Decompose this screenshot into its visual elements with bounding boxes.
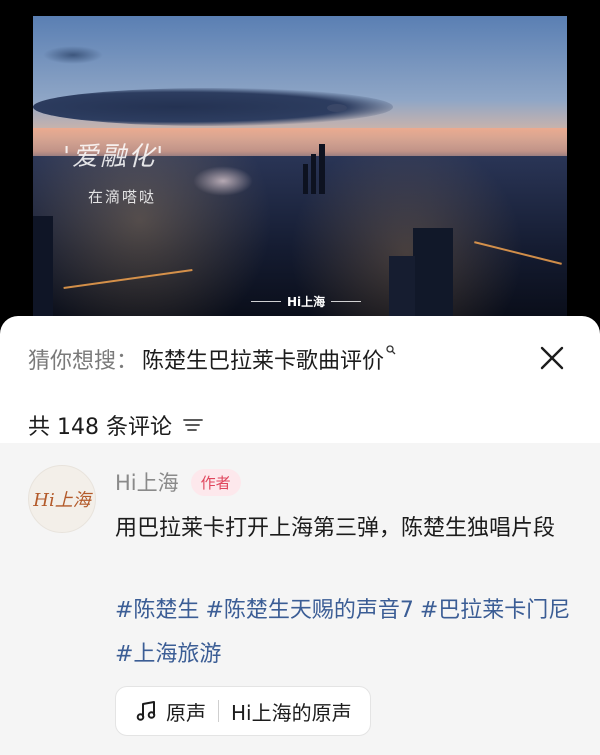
city-skyline — [33, 156, 567, 316]
music-label: 原声 — [166, 700, 206, 725]
comment-count: 共 148 条评论 — [28, 415, 172, 440]
video-overlay-title: '爱融化' — [63, 142, 166, 172]
river-shape — [193, 166, 253, 196]
cloud-shape — [327, 104, 347, 112]
tower-shape — [303, 164, 308, 194]
comment-author[interactable]: Hi上海 — [115, 467, 179, 497]
watermark-dash — [251, 301, 281, 302]
author-badge: 作者 — [190, 468, 241, 496]
music-note-icon — [136, 701, 156, 721]
search-suggestion[interactable]: 猜你想搜： 陈楚生巴拉莱卡歌曲评价 — [28, 343, 396, 375]
tower-shape — [319, 144, 325, 194]
tower-shape — [389, 256, 415, 316]
video-player[interactable]: '爱融化' 在滴嗒哒 Hi上海 — [0, 0, 600, 330]
tower-shape — [33, 216, 53, 316]
tower-shape — [311, 154, 316, 194]
watermark-dash — [331, 301, 362, 302]
hashtag-link[interactable]: #上海旅游 — [115, 642, 221, 667]
hashtag-link[interactable]: #陈楚生天赐的声音7 — [205, 598, 413, 623]
video-watermark: Hi上海 — [251, 293, 362, 310]
comments-sheet: 猜你想搜： 陈楚生巴拉莱卡歌曲评价 共 148 条评论 Hi上海 Hi上海 作者 — [0, 316, 600, 755]
comment-author-row: Hi上海 作者 — [115, 467, 241, 497]
close-button[interactable] — [534, 340, 570, 376]
comment-tags: #陈楚生 #陈楚生天赐的声音7 #巴拉莱卡门尼 #上海旅游 — [115, 589, 585, 677]
search-icon — [386, 344, 396, 358]
video-overlay-subtitle: 在滴嗒哒 — [88, 188, 157, 206]
avatar[interactable]: Hi上海 — [28, 465, 96, 533]
suggestion-prefix: 猜你想搜： — [28, 349, 139, 374]
watermark-text: Hi上海 — [287, 295, 326, 309]
hashtag-link[interactable]: #巴拉莱卡门尼 — [420, 598, 570, 623]
sort-icon[interactable] — [182, 414, 204, 436]
comment-item[interactable]: Hi上海 Hi上海 作者 用巴拉莱卡打开上海第三弹，陈楚生独唱片段 #陈楚生 #陈… — [0, 443, 600, 755]
music-source: Hi上海的原声 — [231, 700, 352, 725]
divider — [218, 700, 219, 722]
cloud-shape — [43, 46, 103, 64]
hashtag-link[interactable]: #陈楚生 — [115, 598, 199, 623]
tower-shape — [413, 228, 453, 316]
video-frame[interactable]: '爱融化' 在滴嗒哒 Hi上海 — [33, 16, 567, 316]
close-icon — [540, 346, 564, 370]
comment-text: 用巴拉莱卡打开上海第三弹，陈楚生独唱片段 — [115, 516, 556, 541]
suggestion-query[interactable]: 陈楚生巴拉莱卡歌曲评价 — [142, 343, 384, 375]
comment-count-row: 共 148 条评论 — [28, 409, 204, 441]
music-pill[interactable]: 原声 Hi上海的原声 — [115, 686, 371, 736]
avatar-logo-text: Hi上海 — [33, 490, 91, 511]
